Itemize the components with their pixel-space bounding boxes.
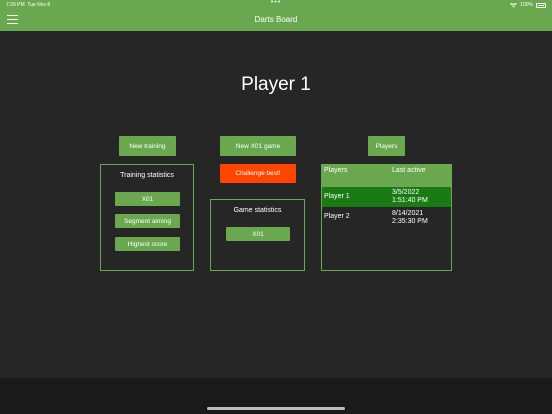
new-x01-game-button[interactable]: New X01 game <box>220 136 296 156</box>
last-active: 3/5/2022 1:51:40 PM <box>392 189 428 205</box>
page-title: Player 1 <box>241 74 311 95</box>
challenge-best-button[interactable]: Challenge best! <box>220 164 296 183</box>
column-header-last-active: Last active <box>392 167 426 174</box>
column-header-players: Players <box>324 167 348 174</box>
last-active-date: 3/5/2022 <box>392 189 420 196</box>
table-row-player-2[interactable]: Player 2 8/14/2021 2:35:30 PM <box>322 208 451 228</box>
multitask-dots[interactable]: ••• <box>0 0 552 8</box>
last-active-date: 8/14/2021 <box>392 210 424 217</box>
new-training-button[interactable]: New training <box>119 136 176 156</box>
battery-icon <box>536 2 546 8</box>
player-name: Player 2 <box>324 213 350 220</box>
last-active-time: 2:35:30 PM <box>392 218 428 225</box>
player-name: Player 1 <box>324 193 350 200</box>
table-row-player-1[interactable]: Player 1 3/5/2022 1:51:40 PM <box>322 187 451 207</box>
nav-bar: Darts Board <box>0 10 552 31</box>
wifi-icon <box>510 2 518 7</box>
players-button[interactable]: Players <box>368 136 405 156</box>
highest-score-button[interactable]: Highest score <box>115 237 180 251</box>
game-statistics-panel: Game statistics X01 <box>210 199 305 271</box>
home-indicator[interactable] <box>207 407 345 410</box>
training-statistics-panel: Training statistics X01 Segment aiming H… <box>100 164 194 271</box>
battery-percent: 100% <box>520 2 533 8</box>
game-x01-button[interactable]: X01 <box>226 227 290 241</box>
players-table-header: Players Last active <box>322 165 451 187</box>
last-active-time: 1:51:40 PM <box>392 197 428 204</box>
last-active: 8/14/2021 2:35:30 PM <box>392 210 428 226</box>
segment-aiming-button[interactable]: Segment aiming <box>115 214 180 228</box>
training-x01-button[interactable]: X01 <box>115 192 180 206</box>
players-table: Players Last active Player 1 3/5/2022 1:… <box>321 164 452 271</box>
status-indicators: 100% <box>510 0 546 10</box>
nav-title: Darts Board <box>254 15 298 24</box>
training-statistics-title: Training statistics <box>120 172 174 179</box>
game-statistics-title: Game statistics <box>233 207 282 214</box>
status-bar: 7:39 PM Tue Nov 8 ••• 100% <box>0 0 552 10</box>
